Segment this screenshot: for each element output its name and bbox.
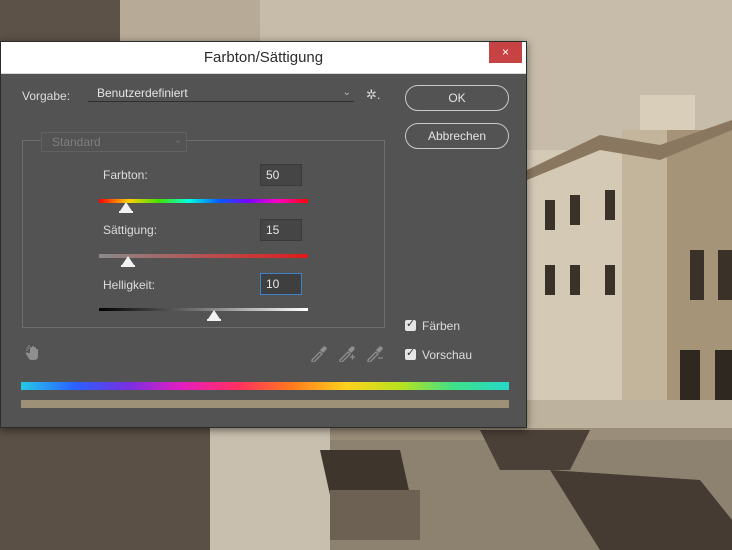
lightness-slider-thumb[interactable] xyxy=(206,310,221,321)
colorize-checkbox[interactable]: ✓ xyxy=(405,318,416,331)
title-bar[interactable]: Farbton/Sättigung × xyxy=(1,42,526,74)
saturation-label: Sättigung: xyxy=(103,223,158,237)
channel-value: Standard xyxy=(52,135,101,149)
chevron-down-icon: ⌄ xyxy=(342,87,351,98)
saturation-slider-thumb[interactable] xyxy=(121,256,136,267)
eyedropper-add-icon[interactable] xyxy=(337,344,357,362)
hue-saturation-dialog: Farbton/Sättigung × Vorgabe: Benutzerdef… xyxy=(0,41,527,428)
lightness-label: Helligkeit: xyxy=(103,278,156,292)
preset-dropdown[interactable]: Benutzerdefiniert ⌄ xyxy=(88,86,354,102)
check-icon: ✓ xyxy=(406,347,416,359)
hue-slider-thumb[interactable] xyxy=(119,202,134,213)
eyedropper-icon[interactable] xyxy=(309,344,329,362)
preset-label: Vorgabe: xyxy=(22,89,71,103)
dialog-title: Farbton/Sättigung xyxy=(203,49,324,66)
hue-label: Farbton: xyxy=(103,168,148,182)
lightness-input[interactable]: 10 xyxy=(260,273,302,295)
colorize-label[interactable]: Färben xyxy=(422,319,460,333)
hue-input[interactable]: 50 xyxy=(260,164,302,186)
preview-checkbox[interactable]: ✓ xyxy=(405,347,416,360)
adjustment-group xyxy=(22,140,385,328)
cancel-button[interactable]: Abbrechen xyxy=(405,123,509,149)
saturation-input[interactable]: 15 xyxy=(260,219,302,241)
gear-icon[interactable]: ✲. xyxy=(366,88,381,102)
input-spectrum-bar xyxy=(21,382,509,390)
channel-dropdown: Standard ⌄ xyxy=(41,132,187,152)
close-button[interactable]: × xyxy=(489,42,522,63)
check-icon: ✓ xyxy=(406,318,416,330)
preset-value: Benutzerdefiniert xyxy=(97,86,188,100)
preview-label[interactable]: Vorschau xyxy=(422,348,472,362)
hand-tool-icon[interactable] xyxy=(25,344,43,362)
chevron-down-icon: ⌄ xyxy=(173,135,182,146)
ok-button[interactable]: OK xyxy=(405,85,509,111)
output-spectrum-bar xyxy=(21,400,509,408)
eyedropper-subtract-icon[interactable] xyxy=(365,344,385,362)
lightness-slider-track[interactable] xyxy=(99,308,308,311)
